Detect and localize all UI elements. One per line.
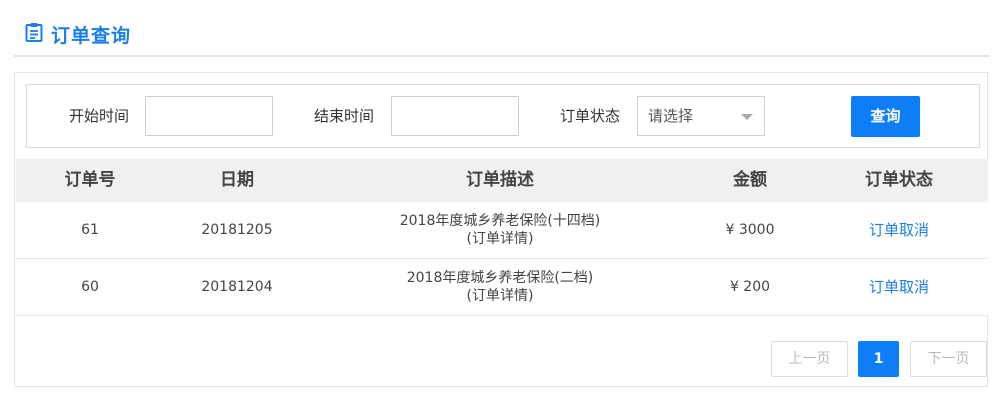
chevron-down-icon — [741, 114, 753, 120]
table-row: 60 20181204 2018年度城乡养老保险(二档) (订单详情) ¥ 20… — [16, 259, 988, 316]
order-description-text: 2018年度城乡养老保险(二档) — [406, 270, 594, 286]
cancel-order-link[interactable]: 订单取消 — [810, 202, 988, 258]
start-time-label: 开始时间 — [69, 107, 130, 125]
col-amount: 金额 — [733, 170, 767, 190]
order-amount: ¥ 3000 — [725, 222, 775, 238]
next-page-button[interactable]: 下一页 — [910, 341, 987, 377]
order-description-text: 2018年度城乡养老保险(十四档) — [399, 213, 601, 229]
order-amount: ¥ 200 — [729, 279, 771, 295]
header-divider — [14, 55, 990, 57]
end-time-label: 结束时间 — [314, 107, 375, 125]
page-title: 订单查询 — [51, 24, 132, 47]
start-time-input[interactable] — [145, 96, 273, 136]
cancel-order-link[interactable]: 订单取消 — [810, 259, 988, 315]
end-time-input[interactable] — [391, 96, 519, 136]
col-status: 订单状态 — [865, 170, 933, 190]
order-status-selected: 请选择 — [648, 107, 694, 125]
order-date: 20181204 — [201, 279, 273, 295]
order-date: 20181205 — [201, 222, 273, 238]
page-header: 订单查询 — [25, 20, 131, 48]
col-description: 订单描述 — [466, 170, 534, 190]
order-status-label: 订单状态 — [560, 107, 621, 125]
order-id: 60 — [81, 279, 99, 295]
order-status-select[interactable]: 请选择 — [637, 96, 765, 136]
prev-page-button[interactable]: 上一页 — [771, 341, 848, 377]
order-panel: 开始时间 结束时间 订单状态 请选择 查询 订单号 日期 订单描述 金额 订单状… — [14, 72, 988, 387]
filter-bar: 开始时间 结束时间 订单状态 请选择 查询 — [26, 84, 980, 148]
table-row: 61 20181205 2018年度城乡养老保险(十四档) (订单详情) ¥ 3… — [16, 202, 988, 259]
order-id: 61 — [81, 222, 99, 238]
page-number-button[interactable]: 1 — [858, 341, 899, 377]
query-button[interactable]: 查询 — [851, 96, 920, 137]
order-description: 2018年度城乡养老保险(二档) (订单详情) — [310, 259, 690, 315]
col-date: 日期 — [220, 170, 254, 190]
order-detail-link[interactable]: (订单详情) — [467, 287, 534, 305]
clipboard-icon — [25, 22, 43, 46]
table-header: 订单号 日期 订单描述 金额 订单状态 — [16, 159, 988, 202]
order-description: 2018年度城乡养老保险(十四档) (订单详情) — [310, 202, 690, 258]
order-detail-link[interactable]: (订单详情) — [467, 230, 534, 248]
col-order-id: 订单号 — [64, 170, 116, 190]
